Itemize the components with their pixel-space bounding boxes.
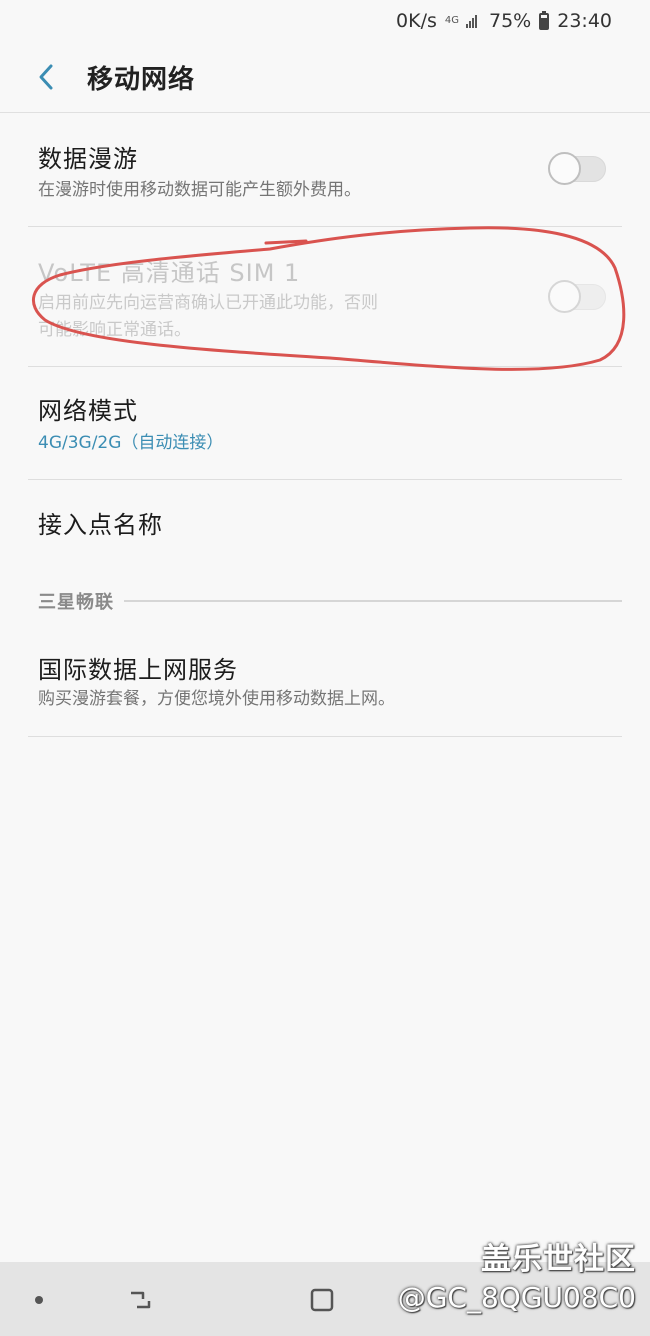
setting-subtitle-line1: 启用前应先向运营商确认已开通此功能，否则 xyxy=(38,293,378,313)
setting-title: 接入点名称 xyxy=(38,511,163,539)
network-type: 4G xyxy=(444,15,459,26)
toggle-knob xyxy=(548,280,581,313)
battery-icon xyxy=(539,11,550,30)
setting-subtitle: 购买漫游套餐，方便您境外使用移动数据上网。 xyxy=(38,689,395,709)
setting-data-roaming[interactable]: 数据漫游 在漫游时使用移动数据可能产生额外费用。 xyxy=(28,113,622,227)
recent-apps-button[interactable] xyxy=(120,1280,160,1320)
section-divider xyxy=(124,600,622,602)
home-button[interactable] xyxy=(302,1280,342,1320)
setting-network-mode[interactable]: 网络模式 4G/3G/2G（自动连接） xyxy=(28,367,622,480)
back-button[interactable] xyxy=(30,61,62,93)
section-header: 三星畅联 xyxy=(38,588,622,614)
setting-title: 国际数据上网服务 xyxy=(38,656,238,684)
watermark-user: @GC_8QGU08C0 xyxy=(397,1281,636,1314)
nav-dot-button[interactable] xyxy=(19,1280,59,1320)
setting-subtitle-line2: 可能影响正常通话。 xyxy=(38,320,191,340)
setting-apn[interactable]: 接入点名称 xyxy=(28,480,622,566)
setting-title: 数据漫游 xyxy=(38,145,138,173)
page-title: 移动网络 xyxy=(87,64,196,95)
battery-percent: 75% xyxy=(489,10,532,32)
setting-title: 网络模式 xyxy=(38,397,138,425)
home-icon xyxy=(310,1288,334,1312)
clock: 23:40 xyxy=(557,10,612,32)
volte-toggle[interactable] xyxy=(548,280,606,313)
section-label: 三星畅联 xyxy=(38,592,114,613)
setting-title: VoLTE 高清通话 SIM 1 xyxy=(38,259,301,287)
chevron-left-icon xyxy=(39,64,53,90)
app-bar: 移动网络 xyxy=(0,42,650,112)
recent-apps-icon xyxy=(131,1291,151,1309)
status-bar: 0K/s 4G 75% 23:40 xyxy=(0,0,650,42)
setting-volte[interactable]: VoLTE 高清通话 SIM 1 启用前应先向运营商确认已开通此功能，否则 可能… xyxy=(28,227,622,367)
dot-icon xyxy=(35,1296,43,1304)
setting-international-data[interactable]: 国际数据上网服务 购买漫游套餐，方便您境外使用移动数据上网。 xyxy=(28,622,622,737)
setting-subtitle: 在漫游时使用移动数据可能产生额外费用。 xyxy=(38,180,361,200)
signal-icon xyxy=(465,13,481,29)
setting-value: 4G/3G/2G（自动连接） xyxy=(38,433,224,453)
network-speed: 0K/s xyxy=(396,10,437,32)
watermark-site: 盖乐世社区 xyxy=(481,1242,636,1277)
toggle-knob xyxy=(548,152,581,185)
data-roaming-toggle[interactable] xyxy=(548,152,606,185)
